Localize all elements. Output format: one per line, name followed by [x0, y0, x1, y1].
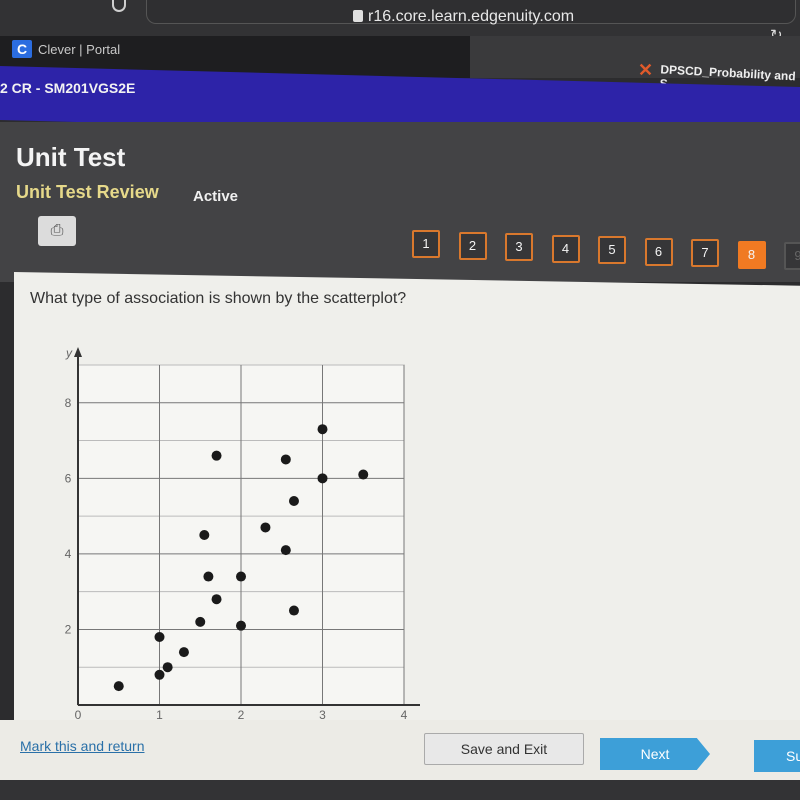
data-point: [113, 681, 124, 692]
data-point: [317, 424, 328, 435]
tab-label: Clever | Portal: [38, 42, 121, 57]
data-point: [317, 473, 328, 484]
question-8-button[interactable]: 8: [737, 240, 766, 269]
data-point: [154, 632, 165, 642]
question-4-button[interactable]: 4: [551, 234, 580, 263]
data-point: [162, 662, 173, 673]
data-point: [288, 605, 299, 616]
data-point: [154, 669, 165, 680]
data-point: [236, 620, 246, 631]
question-text: What type of association is shown by the…: [30, 290, 407, 307]
page-title: Unit Test: [16, 142, 126, 172]
y-tick-label: 6: [65, 471, 72, 485]
y-tick-label: 4: [65, 547, 72, 561]
question-6-button[interactable]: 6: [644, 237, 673, 266]
y-axis-label: y: [65, 346, 73, 360]
url-text[interactable]: r16.core.learn.edgenuity.com: [368, 8, 574, 26]
question-5-button[interactable]: 5: [598, 236, 626, 264]
data-point: [358, 469, 369, 480]
data-point: [178, 647, 189, 658]
question-3-button[interactable]: 3: [505, 233, 533, 261]
print-button[interactable]: ⎙: [38, 216, 76, 246]
question-2-button[interactable]: 2: [458, 231, 487, 260]
screen-bezel: [0, 780, 800, 800]
next-button[interactable]: Next: [600, 738, 710, 770]
y-tick-label: 2: [65, 622, 72, 636]
y-axis-arrow: [74, 347, 82, 357]
data-point: [280, 454, 291, 465]
course-label: 2 CR - SM201VGS2E: [0, 80, 136, 96]
data-point: [199, 530, 210, 540]
data-point: [236, 571, 246, 582]
y-tick-label: 8: [65, 396, 72, 410]
question-1-button[interactable]: 1: [412, 230, 440, 258]
mark-and-return-link[interactable]: Mark this and return: [20, 738, 145, 754]
data-point: [195, 616, 206, 627]
browser-toolbar: r16.core.learn.edgenuity.com: [0, 0, 800, 36]
data-point: [288, 496, 299, 506]
activity-subtitle: Unit Test Review: [16, 182, 159, 202]
data-point: [260, 522, 271, 533]
x-logo-icon: ✕: [638, 60, 654, 80]
data-point: [280, 545, 291, 556]
question-9-button[interactable]: 9: [784, 242, 800, 270]
shield-icon[interactable]: [112, 0, 126, 12]
save-and-exit-button[interactable]: Save and Exit: [424, 733, 584, 765]
question-7-button[interactable]: 7: [691, 239, 719, 267]
data-point: [211, 450, 222, 461]
clever-icon: C: [12, 40, 32, 58]
lock-icon: [353, 10, 363, 22]
submit-button[interactable]: Su: [754, 740, 800, 772]
status-badge: Active: [193, 188, 239, 205]
data-point: [203, 571, 214, 582]
printer-icon: ⎙: [50, 222, 64, 239]
scatterplot: 012342468yx: [65, 346, 420, 722]
data-point: [211, 594, 222, 605]
